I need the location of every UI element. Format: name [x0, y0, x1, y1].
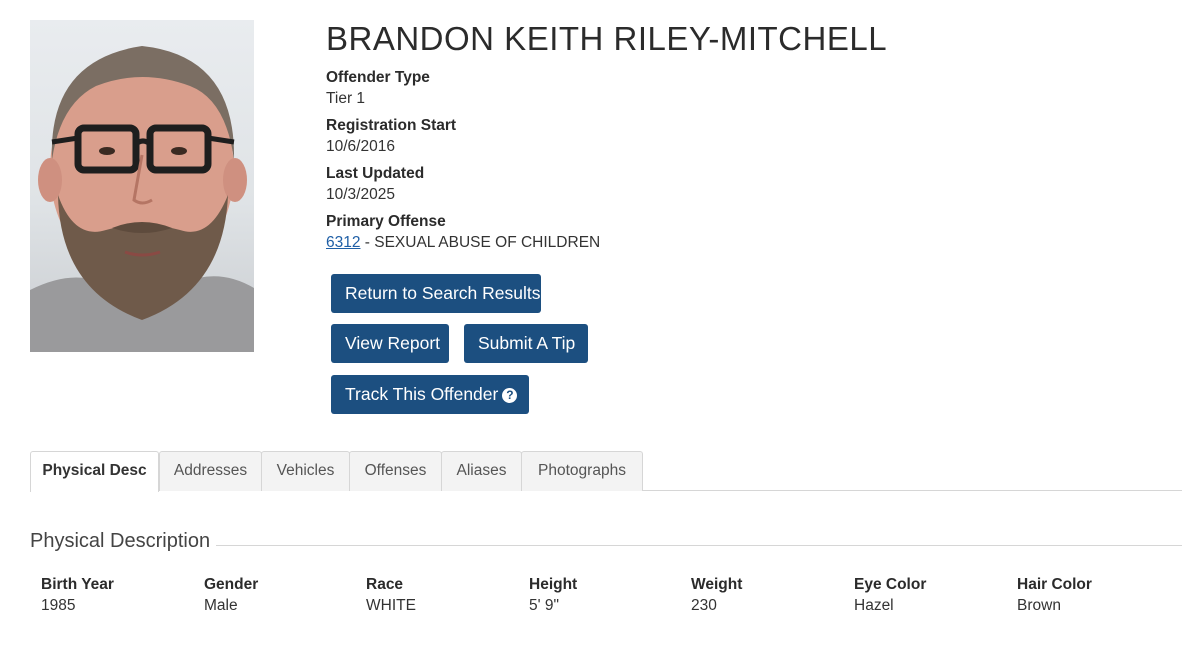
hair-color-field: Hair Color Brown: [1017, 575, 1092, 617]
track-offender-label: Track This Offender: [345, 384, 499, 404]
tab-vehicles[interactable]: Vehicles: [261, 451, 350, 491]
offender-type-label: Offender Type: [326, 69, 430, 86]
registration-start-label: Registration Start: [326, 117, 457, 134]
race-value: WHITE: [366, 597, 416, 614]
hair-color-label: Hair Color: [1017, 576, 1092, 593]
height-value: 5' 9": [529, 597, 560, 614]
birth-year-value: 1985: [41, 597, 76, 614]
hair-color-value: Brown: [1017, 597, 1061, 614]
question-circle-icon: ?: [502, 388, 518, 403]
primary-offense-label: Primary Offense: [326, 213, 446, 230]
offense-code-link[interactable]: 6312: [326, 234, 360, 251]
submit-tip-button[interactable]: Submit A Tip: [464, 324, 588, 363]
gender-value: Male: [204, 597, 238, 614]
weight-value: 230: [691, 597, 717, 614]
detail-tabs: Physical Desc Addresses Vehicles Offense…: [30, 451, 1182, 492]
offender-type-value: Tier 1: [326, 90, 366, 107]
offender-photo: [30, 20, 254, 352]
race-field: Race WHITE: [366, 575, 416, 617]
eye-color-label: Eye Color: [854, 576, 927, 593]
offender-info: BRANDON KEITH RILEY-MITCHELL Offender Ty…: [326, 18, 887, 259]
height-field: Height 5' 9": [529, 575, 577, 617]
track-offender-button[interactable]: Track This Offender?: [331, 375, 529, 414]
tab-addresses[interactable]: Addresses: [159, 451, 262, 491]
birth-year-field: Birth Year 1985: [41, 575, 114, 617]
height-label: Height: [529, 576, 578, 593]
gender-field: Gender Male: [204, 575, 258, 617]
last-updated-value: 10/3/2025: [326, 186, 395, 203]
gender-label: Gender: [204, 576, 259, 593]
tab-physical-desc[interactable]: Physical Desc: [30, 451, 159, 492]
section-title: Physical Description: [30, 530, 217, 553]
tab-aliases[interactable]: Aliases: [441, 451, 522, 491]
offender-photo-image: [30, 46, 254, 352]
section-divider: [200, 545, 1182, 546]
eye-color-field: Eye Color Hazel: [854, 575, 926, 617]
offense-description: - SEXUAL ABUSE OF CHILDREN: [360, 234, 601, 251]
last-updated-label: Last Updated: [326, 165, 425, 182]
race-label: Race: [366, 576, 404, 593]
return-to-search-button[interactable]: Return to Search Results: [331, 274, 541, 313]
weight-label: Weight: [691, 576, 743, 593]
view-report-button[interactable]: View Report: [331, 324, 449, 363]
birth-year-label: Birth Year: [41, 576, 114, 593]
weight-field: Weight 230: [691, 575, 742, 617]
tab-offenses[interactable]: Offenses: [349, 451, 442, 491]
tab-photographs[interactable]: Photographs: [521, 451, 643, 491]
eye-color-value: Hazel: [854, 597, 894, 614]
primary-offense-value: 6312 - SEXUAL ABUSE OF CHILDREN: [326, 232, 887, 253]
registration-start-value: 10/6/2016: [326, 138, 395, 155]
offender-name: BRANDON KEITH RILEY-MITCHELL: [326, 20, 888, 57]
